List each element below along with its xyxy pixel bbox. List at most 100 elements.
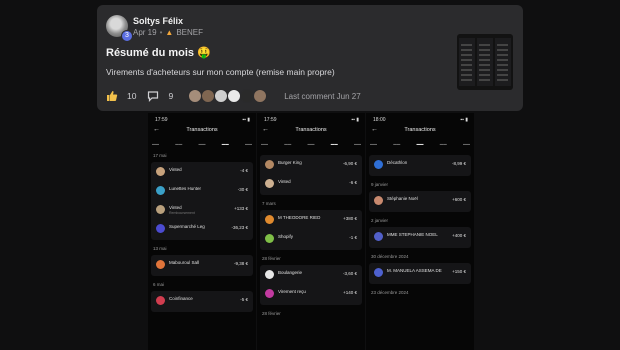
merchant-name: Burger King — [278, 160, 302, 165]
transaction-amount: -36,23 € — [231, 225, 248, 230]
merchant-name: M THEODORE RIED — [278, 215, 321, 220]
merchant-name: Supermarché Leg — [169, 224, 205, 229]
post-stats: 10 9 Last comment Jun 27 — [106, 89, 361, 103]
screen-title: Transactions — [295, 127, 327, 133]
transaction-row[interactable]: M THEODORE RIED +380 € — [260, 212, 362, 229]
date-header: 17 mai — [153, 153, 167, 158]
author-name[interactable]: Soltys Félix — [133, 16, 183, 26]
merchant-logo — [265, 270, 274, 279]
transaction-row[interactable]: Stéphanie Noël +600 € — [369, 193, 471, 210]
thumb-panel — [477, 38, 493, 86]
filter-tab[interactable]: ▬▬ — [440, 142, 447, 146]
thumb-line — [479, 79, 490, 81]
transaction-row[interactable]: Burger King -6,90 € — [260, 157, 362, 174]
comment-icon[interactable] — [147, 90, 159, 102]
transaction-group: Stéphanie Noël +600 € — [369, 191, 471, 212]
date-header: 23 décembre 2024 — [371, 290, 409, 295]
date-header: 30 décembre 2024 — [371, 254, 409, 259]
transaction-row[interactable]: Shopify -1 € — [260, 231, 362, 248]
thumb-line — [497, 79, 508, 81]
attachment-thumbnail[interactable] — [457, 34, 513, 90]
transaction-row[interactable]: Décathlon -8,99 € — [369, 157, 471, 174]
post-body: Virements d'acheteurs sur mon compte (re… — [106, 67, 335, 77]
post-category[interactable]: BENEF — [176, 28, 203, 37]
merchant-name: Décathlon — [387, 160, 408, 165]
category-icon: ▲ — [165, 28, 174, 37]
merchant-name: Vinted — [169, 205, 182, 210]
date-header: 9 janvier — [371, 182, 389, 187]
transaction-row[interactable]: Lunettes Hunter -30 € — [151, 183, 253, 200]
filter-tabs: ▬▬ ▬▬ ▬▬ ▬▬ ▬▬ — [152, 142, 252, 146]
transaction-amount: -3,60 € — [342, 271, 357, 276]
transaction-row[interactable]: Virement reçu +140 € — [260, 286, 362, 303]
merchant-logo — [265, 215, 274, 224]
participant-avatar[interactable] — [201, 89, 216, 103]
filter-tab[interactable]: ▬▬ — [463, 142, 470, 146]
merchant-logo — [374, 268, 383, 277]
transaction-amount: -5 € — [240, 297, 248, 302]
transaction-row[interactable]: Mabouroul Sall -9,38 € — [151, 257, 253, 274]
transaction-row[interactable]: Coinfinance -5 € — [151, 293, 253, 310]
filter-tab[interactable]: ▬▬ — [417, 142, 424, 146]
avatar-level-badge: 3 — [121, 30, 133, 42]
transaction-group: Burger King -6,90 € Vinted -6 € — [260, 155, 362, 195]
transactions-screenshot[interactable]: 17:59 ▪▪ ▮ ← Transactions ▬▬ ▬▬ ▬▬ ▬▬ ▬▬ Burger K… — [257, 113, 365, 350]
participant-avatar[interactable] — [227, 89, 242, 103]
transaction-row[interactable]: MME STEPHANIE NOEL +400 € — [369, 229, 471, 246]
transaction-group: Vinted -4 € Lunettes Hunter -30 € Vinted Remb… — [151, 162, 253, 240]
thumb-line — [461, 54, 472, 56]
merchant-name: Coinfinance — [169, 296, 193, 301]
participant-avatar[interactable] — [214, 89, 229, 103]
participant-avatar[interactable] — [253, 89, 268, 103]
transactions-screenshot[interactable]: 18:00 ▪▪ ▮ ← Transactions ▬▬ ▬▬ ▬▬ ▬▬ ▬▬ Décathlo… — [366, 113, 474, 350]
thumb-line — [479, 74, 490, 76]
date-header: 13 mai — [153, 246, 167, 251]
filter-tab[interactable]: ▬▬ — [261, 142, 268, 146]
thumb-line — [497, 64, 508, 66]
filter-tab[interactable]: ▬▬ — [308, 142, 315, 146]
filter-tab[interactable]: ▬▬ — [152, 142, 159, 146]
thumb-line — [497, 69, 508, 71]
thumb-line — [461, 49, 472, 51]
thumb-line — [497, 54, 508, 56]
transaction-row[interactable]: Boulangerie -3,60 € — [260, 267, 362, 284]
filter-tab[interactable]: ▬▬ — [175, 142, 182, 146]
thumb-line — [479, 54, 490, 56]
filter-tab[interactable]: ▬▬ — [199, 142, 206, 146]
thumb-line — [479, 59, 490, 61]
merchant-logo — [156, 260, 165, 269]
filter-tab[interactable]: ▬▬ — [331, 142, 338, 146]
transaction-row[interactable]: Vinted -4 € — [151, 164, 253, 181]
filter-tab[interactable]: ▬▬ — [370, 142, 377, 146]
filter-tab[interactable]: ▬▬ — [284, 142, 291, 146]
transaction-amount: -4 € — [240, 168, 248, 173]
participant-avatar[interactable] — [188, 89, 203, 103]
transactions-screenshot[interactable]: 17:59 ▪▪ ▮ ← Transactions ▬▬ ▬▬ ▬▬ ▬▬ ▬▬ 17 mai Vi… — [148, 113, 256, 350]
transaction-amount: +600 € — [452, 197, 466, 202]
filter-tab[interactable]: ▬▬ — [245, 142, 252, 146]
post-title[interactable]: Résumé du mois 🤑 — [106, 46, 211, 59]
participant-avatars[interactable] — [188, 89, 268, 103]
date-header: 7 mars — [262, 201, 276, 206]
merchant-logo — [374, 232, 383, 241]
transaction-row[interactable]: Vinted Remboursement +133 € — [151, 202, 253, 219]
like-stat[interactable]: 10 — [106, 90, 136, 102]
transaction-row[interactable]: Vinted -6 € — [260, 176, 362, 193]
filter-tab[interactable]: ▬▬ — [222, 142, 229, 146]
filter-tabs: ▬▬ ▬▬ ▬▬ ▬▬ ▬▬ — [261, 142, 361, 146]
filter-tab[interactable]: ▬▬ — [393, 142, 400, 146]
transaction-row[interactable]: M. MANUELA ASSEMA DE +150 € — [369, 265, 471, 282]
thumbs-up-icon[interactable] — [106, 90, 118, 102]
thumb-line — [479, 44, 490, 46]
merchant-logo — [156, 167, 165, 176]
merchant-logo — [374, 196, 383, 205]
participant-avatar[interactable] — [240, 89, 255, 103]
transaction-row[interactable]: Supermarché Leg -36,23 € — [151, 221, 253, 238]
forum-post-card[interactable]: 3 Soltys Félix Apr 19 • ▲ BENEF Résumé d… — [97, 5, 523, 111]
date-header: 6 mai — [153, 282, 165, 287]
merchant-logo — [156, 296, 165, 305]
comment-stat[interactable]: 9 — [147, 90, 173, 102]
transaction-amount: -1 € — [349, 235, 357, 240]
filter-tab[interactable]: ▬▬ — [354, 142, 361, 146]
thumb-line — [479, 64, 490, 66]
